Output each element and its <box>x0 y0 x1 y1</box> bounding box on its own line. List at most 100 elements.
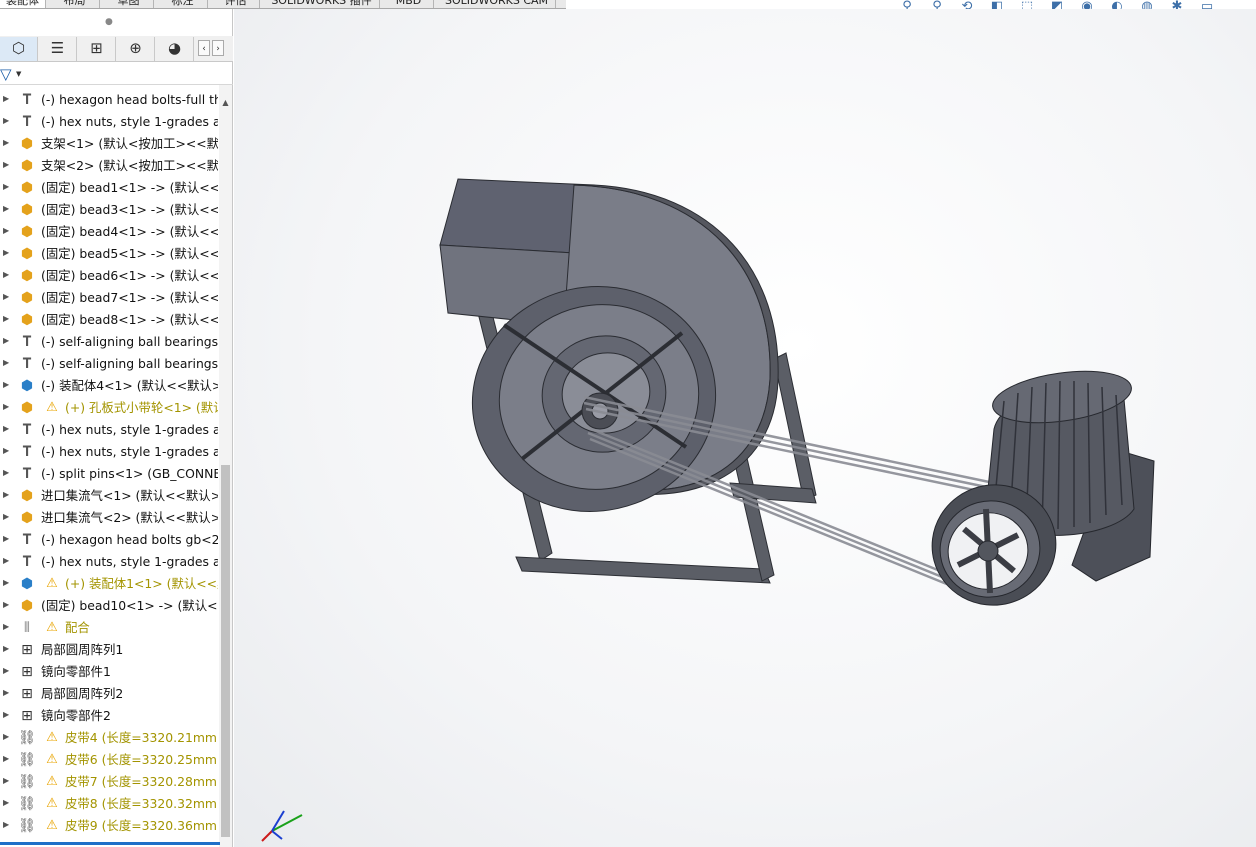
propertymanager-tab[interactable]: ☰ <box>39 37 77 61</box>
command-tab[interactable]: 布局 <box>50 0 100 8</box>
tree-item[interactable]: ▶ ⬢ ⚠ (+) 装配体1<1> (默认<<默 <box>0 573 218 595</box>
expand-arrow-icon[interactable]: ▶ <box>3 94 9 103</box>
chevron-down-icon[interactable]: ▼ <box>16 70 21 78</box>
tree-item[interactable]: ▶ 𝐓 (-) split pins<1> (GB_CONNEC <box>0 463 218 485</box>
graphics-viewport[interactable] <box>234 9 1256 847</box>
expand-arrow-icon[interactable]: ▶ <box>3 666 9 675</box>
tree-item[interactable]: ▶ ⬢ (固定) bead3<1> -> (默认<<默 <box>0 199 218 221</box>
expand-arrow-icon[interactable]: ▶ <box>3 160 9 169</box>
tree-item[interactable]: ▶ 𝐓 (-) hex nuts, style 1-grades ab <box>0 419 218 441</box>
expand-arrow-icon[interactable]: ▶ <box>3 578 9 587</box>
expand-arrow-icon[interactable]: ▶ <box>3 820 9 829</box>
tree-item[interactable]: ▶ 𝐓 (-) hexagon head bolts gb<2> <box>0 529 218 551</box>
featuremanager-tab[interactable]: ⬡ <box>0 37 38 61</box>
expand-arrow-icon[interactable]: ▶ <box>3 644 9 653</box>
expand-arrow-icon[interactable]: ▶ <box>3 534 9 543</box>
expand-arrow-icon[interactable]: ▶ <box>3 270 9 279</box>
dimxpert-tab[interactable]: ⊕ <box>117 37 155 61</box>
expand-arrow-icon[interactable]: ▶ <box>3 798 9 807</box>
expand-arrow-icon[interactable]: ▶ <box>3 468 9 477</box>
tree-item[interactable]: ▶ ⬢ (固定) bead1<1> -> (默认<<默 <box>0 177 218 199</box>
tree-item[interactable]: ▶ ⫴ ⚠ 配合 <box>0 617 218 639</box>
expand-arrow-icon[interactable]: ▶ <box>3 688 9 697</box>
tree-item[interactable]: ▶ ⬢ 进口集流气<2> (默认<<默认>_ <box>0 507 218 529</box>
tree-scrollbar[interactable]: ▲ <box>219 85 232 847</box>
tree-item[interactable]: ▶ ⬢ (固定) bead4<1> -> (默认<<默 <box>0 221 218 243</box>
display-manager-tab[interactable]: ◕ <box>156 37 194 61</box>
command-tab[interactable]: MBD <box>384 0 434 8</box>
panel-splitter-grip[interactable]: ● <box>105 17 113 27</box>
expand-arrow-icon[interactable]: ▶ <box>3 490 9 499</box>
tree-item[interactable]: ▶ ⛓ ⚠ 皮带9 (长度=3320.36mm) <box>0 815 218 837</box>
filter-icon[interactable]: ▽ <box>0 65 12 83</box>
expand-arrow-icon[interactable]: ▶ <box>3 182 9 191</box>
expand-arrow-icon[interactable]: ▶ <box>3 402 9 411</box>
tree-item[interactable]: ▶ 𝐓 (-) self-aligning ball bearings g <box>0 331 218 353</box>
tree-item[interactable]: ▶ 𝐓 (-) self-aligning ball bearings g <box>0 353 218 375</box>
tree-item[interactable]: ▶ 𝐓 (-) hexagon head bolts-full thr <box>0 89 218 111</box>
expand-arrow-icon[interactable]: ▶ <box>3 314 9 323</box>
expand-arrow-icon[interactable]: ▶ <box>3 248 9 257</box>
bolt-component-icon: 𝐓 <box>22 444 32 460</box>
feature-tree: ▶ 𝐓 (-) hexagon head bolts-full thr ▶ 𝐓 (-) h… <box>0 89 218 841</box>
expand-arrow-icon[interactable]: ▶ <box>3 226 9 235</box>
scroll-up-arrow[interactable]: ▲ <box>219 97 232 109</box>
tree-item[interactable]: ▶ ⊞ 镜向零部件1 <box>0 661 218 683</box>
tree-item-label: (-) 装配体4<1> (默认<<默认>_ <box>41 378 218 393</box>
command-tab[interactable]: 标注 <box>158 0 208 8</box>
tree-item[interactable]: ▶ ⬢ (-) 装配体4<1> (默认<<默认>_ <box>0 375 218 397</box>
tree-item[interactable]: ▶ ⛓ ⚠ 皮带8 (长度=3320.32mm) <box>0 793 218 815</box>
expand-arrow-icon[interactable]: ▶ <box>3 776 9 785</box>
expand-arrow-icon[interactable]: ▶ <box>3 358 9 367</box>
tab-scroll-right-button[interactable]: › <box>212 40 224 56</box>
expand-arrow-icon[interactable]: ▶ <box>3 556 9 565</box>
expand-arrow-icon[interactable]: ▶ <box>3 116 9 125</box>
tree-item[interactable]: ▶ ⬢ (固定) bead10<1> -> (默认<< <box>0 595 218 617</box>
pat-component-icon: ⊞ <box>21 686 33 702</box>
command-tab[interactable]: 评估 <box>212 0 260 8</box>
configurationmanager-tab[interactable]: ⊞ <box>78 37 116 61</box>
tree-item[interactable]: ▶ ⛓ ⚠ 皮带6 (长度=3320.25mm) <box>0 749 218 771</box>
tree-item[interactable]: ▶ ⬢ (固定) bead8<1> -> (默认<<默 <box>0 309 218 331</box>
tree-item[interactable]: ▶ ⊞ 局部圆周阵列1 <box>0 639 218 661</box>
expand-arrow-icon[interactable]: ▶ <box>3 138 9 147</box>
expand-arrow-icon[interactable]: ▶ <box>3 204 9 213</box>
command-tab[interactable]: SOLIDWORKS 插件 <box>264 0 380 8</box>
expand-arrow-icon[interactable]: ▶ <box>3 622 9 631</box>
warning-icon: ⚠ <box>46 576 58 591</box>
tree-item[interactable]: ▶ ⬢ (固定) bead6<1> -> (默认<<默 <box>0 265 218 287</box>
tab-scroll-left-button[interactable]: ‹ <box>198 40 210 56</box>
bolt-component-icon: 𝐓 <box>22 422 32 438</box>
tree-item[interactable]: ▶ ⬢ 支架<2> (默认<按加工><<默认 <box>0 155 218 177</box>
expand-arrow-icon[interactable]: ▶ <box>3 446 9 455</box>
expand-arrow-icon[interactable]: ▶ <box>3 710 9 719</box>
expand-arrow-icon[interactable]: ▶ <box>3 754 9 763</box>
expand-arrow-icon[interactable]: ▶ <box>3 424 9 433</box>
expand-arrow-icon[interactable]: ▶ <box>3 512 9 521</box>
tree-item[interactable]: ▶ ⬢ 支架<1> (默认<按加工><<默认 <box>0 133 218 155</box>
assembly-model[interactable] <box>234 9 1256 847</box>
tree-item[interactable]: ▶ ⊞ 局部圆周阵列2 <box>0 683 218 705</box>
tree-item[interactable]: ▶ ⛓ ⚠ 皮带4 (长度=3320.21mm) <box>0 727 218 749</box>
feature-manager-panel: ● ⬡ ☰ ⊞ ⊕ ◕ ‹ › ▽ ▼ ▶ 𝐓 (-) hexagon head bolts-f… <box>0 9 233 847</box>
expand-arrow-icon[interactable]: ▶ <box>3 380 9 389</box>
command-tab[interactable]: SOLIDWORKS CAM <box>438 0 556 8</box>
tree-item[interactable]: ▶ 𝐓 (-) hex nuts, style 1-grades ab <box>0 111 218 133</box>
tree-item[interactable]: ▶ ⬢ (固定) bead5<1> -> (默认<<默 <box>0 243 218 265</box>
scroll-thumb[interactable] <box>221 465 230 837</box>
part-component-icon: ⬢ <box>20 290 34 306</box>
tree-item[interactable]: ▶ 𝐓 (-) hex nuts, style 1-grades ab <box>0 551 218 573</box>
expand-arrow-icon[interactable]: ▶ <box>3 336 9 345</box>
expand-arrow-icon[interactable]: ▶ <box>3 732 9 741</box>
command-tab[interactable]: 草图 <box>104 0 154 8</box>
command-tab[interactable]: 装配体 <box>0 0 46 8</box>
tree-item[interactable]: ▶ ⊞ 镜向零部件2 <box>0 705 218 727</box>
expand-arrow-icon[interactable]: ▶ <box>3 600 9 609</box>
tree-item[interactable]: ▶ ⛓ ⚠ 皮带7 (长度=3320.28mm) <box>0 771 218 793</box>
tree-item-label: 皮带7 (长度=3320.28mm) <box>65 774 218 789</box>
expand-arrow-icon[interactable]: ▶ <box>3 292 9 301</box>
tree-item[interactable]: ▶ ⬢ (固定) bead7<1> -> (默认<<默 <box>0 287 218 309</box>
tree-item[interactable]: ▶ ⬢ ⚠ (+) 孔板式小带轮<1> (默认 <box>0 397 218 419</box>
tree-item[interactable]: ▶ 𝐓 (-) hex nuts, style 1-grades ab <box>0 441 218 463</box>
tree-item[interactable]: ▶ ⬢ 进口集流气<1> (默认<<默认>_ <box>0 485 218 507</box>
